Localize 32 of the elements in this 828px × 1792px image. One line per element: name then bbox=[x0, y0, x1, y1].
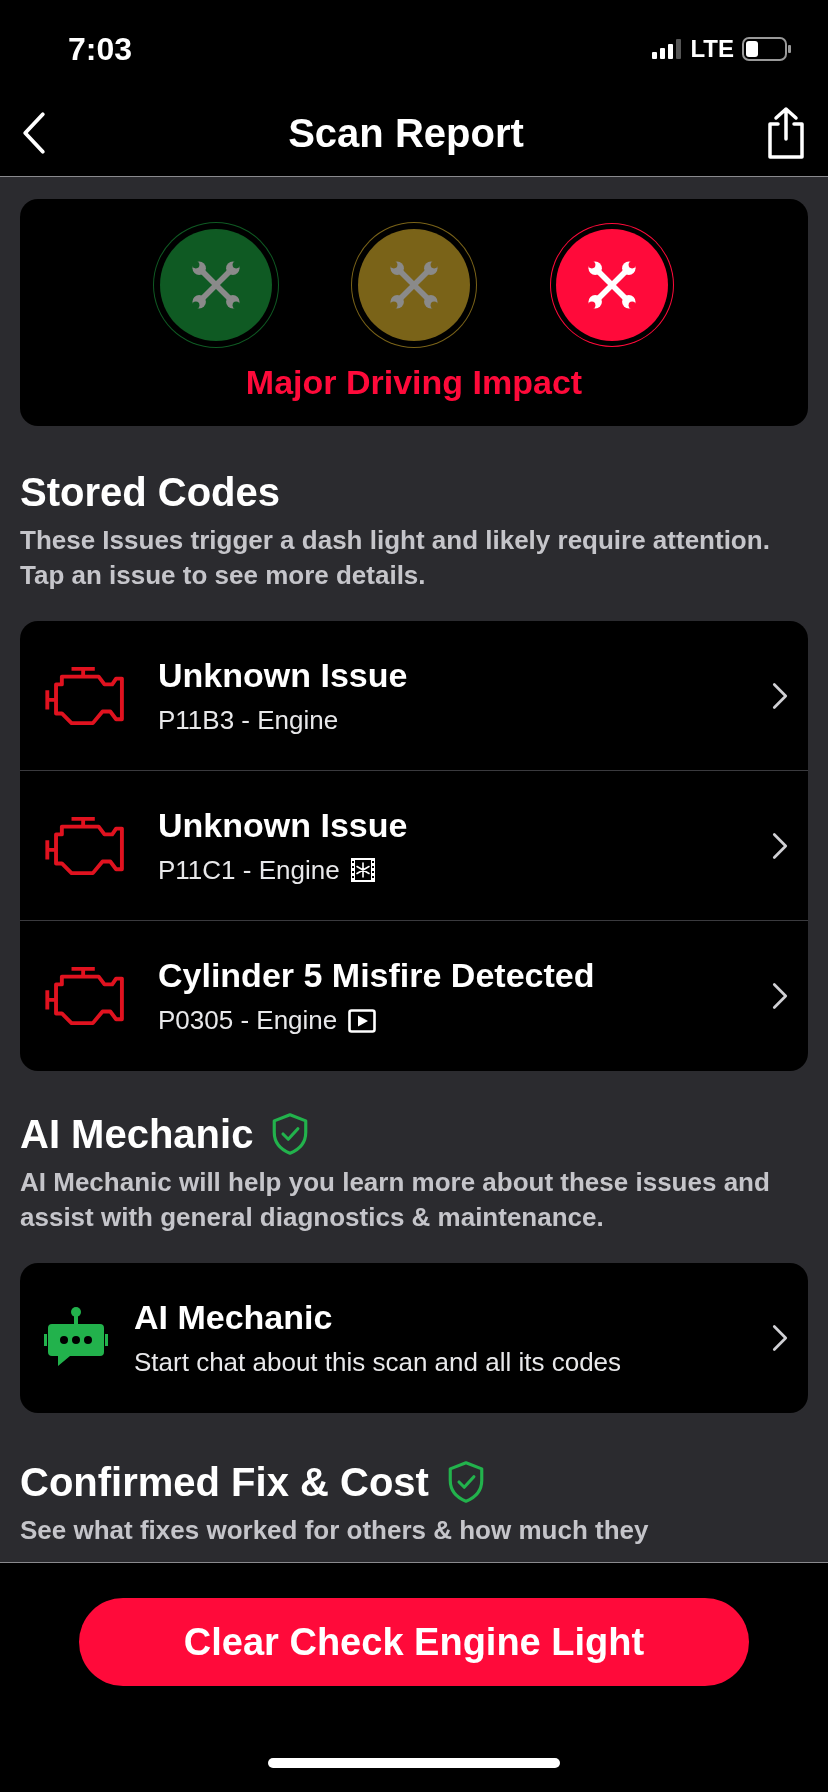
code-label: P11B3 - Engine bbox=[158, 704, 339, 736]
code-label: P0305 - Engine bbox=[158, 1005, 338, 1036]
status-time: 7:03 bbox=[68, 29, 133, 68]
section-title: AI Mechanic bbox=[20, 1111, 254, 1157]
page-title: Scan Report bbox=[288, 110, 524, 156]
chevron-right-icon bbox=[772, 982, 788, 1010]
section-title: Confirmed Fix & Cost bbox=[20, 1459, 429, 1505]
signal-icon bbox=[652, 39, 683, 59]
section-title: Stored Codes bbox=[20, 470, 281, 515]
impact-label: Major Driving Impact bbox=[245, 363, 583, 402]
row-title: AI Mechanic bbox=[134, 1298, 334, 1337]
clear-engine-light-button[interactable]: Clear Check Engine Light bbox=[79, 1598, 749, 1686]
chevron-right-icon bbox=[772, 831, 788, 860]
snowflake-film-icon bbox=[349, 857, 376, 883]
chevron-right-icon bbox=[772, 1324, 788, 1352]
code-label: P11C1 - Engine bbox=[158, 854, 340, 886]
section-description: These Issues trigger a dash light and likely require attention. Tap an issue to see more details. bbox=[20, 524, 771, 592]
row-subtitle: Start chat about this scan and all its codes bbox=[134, 1347, 623, 1378]
code-title: Unknown Issue bbox=[158, 655, 409, 695]
back-button[interactable] bbox=[20, 111, 48, 155]
code-title: Cylinder 5 Misfire Detected bbox=[158, 956, 596, 995]
ai-mechanic-row[interactable]: AI Mechanic Start chat about this scan and all its codes bbox=[20, 1263, 808, 1413]
code-row[interactable]: Cylinder 5 Misfire Detected P0305 - Engine bbox=[20, 921, 808, 1071]
section-description: AI Mechanic will help you learn more about these issues and assist with general diagnostics & maintenance. bbox=[20, 1166, 771, 1234]
battery-icon bbox=[742, 37, 792, 61]
code-title: Unknown Issue bbox=[158, 805, 409, 845]
chevron-right-icon bbox=[772, 681, 788, 710]
section-description: See what fixes worked for others & how much they bbox=[20, 1514, 650, 1547]
play-icon bbox=[347, 1008, 378, 1033]
network-label: LTE bbox=[690, 35, 734, 63]
code-row[interactable]: Unknown Issue P11C1 - Engine bbox=[20, 771, 808, 921]
code-row[interactable]: Unknown Issue P11B3 - Engine bbox=[20, 621, 808, 771]
